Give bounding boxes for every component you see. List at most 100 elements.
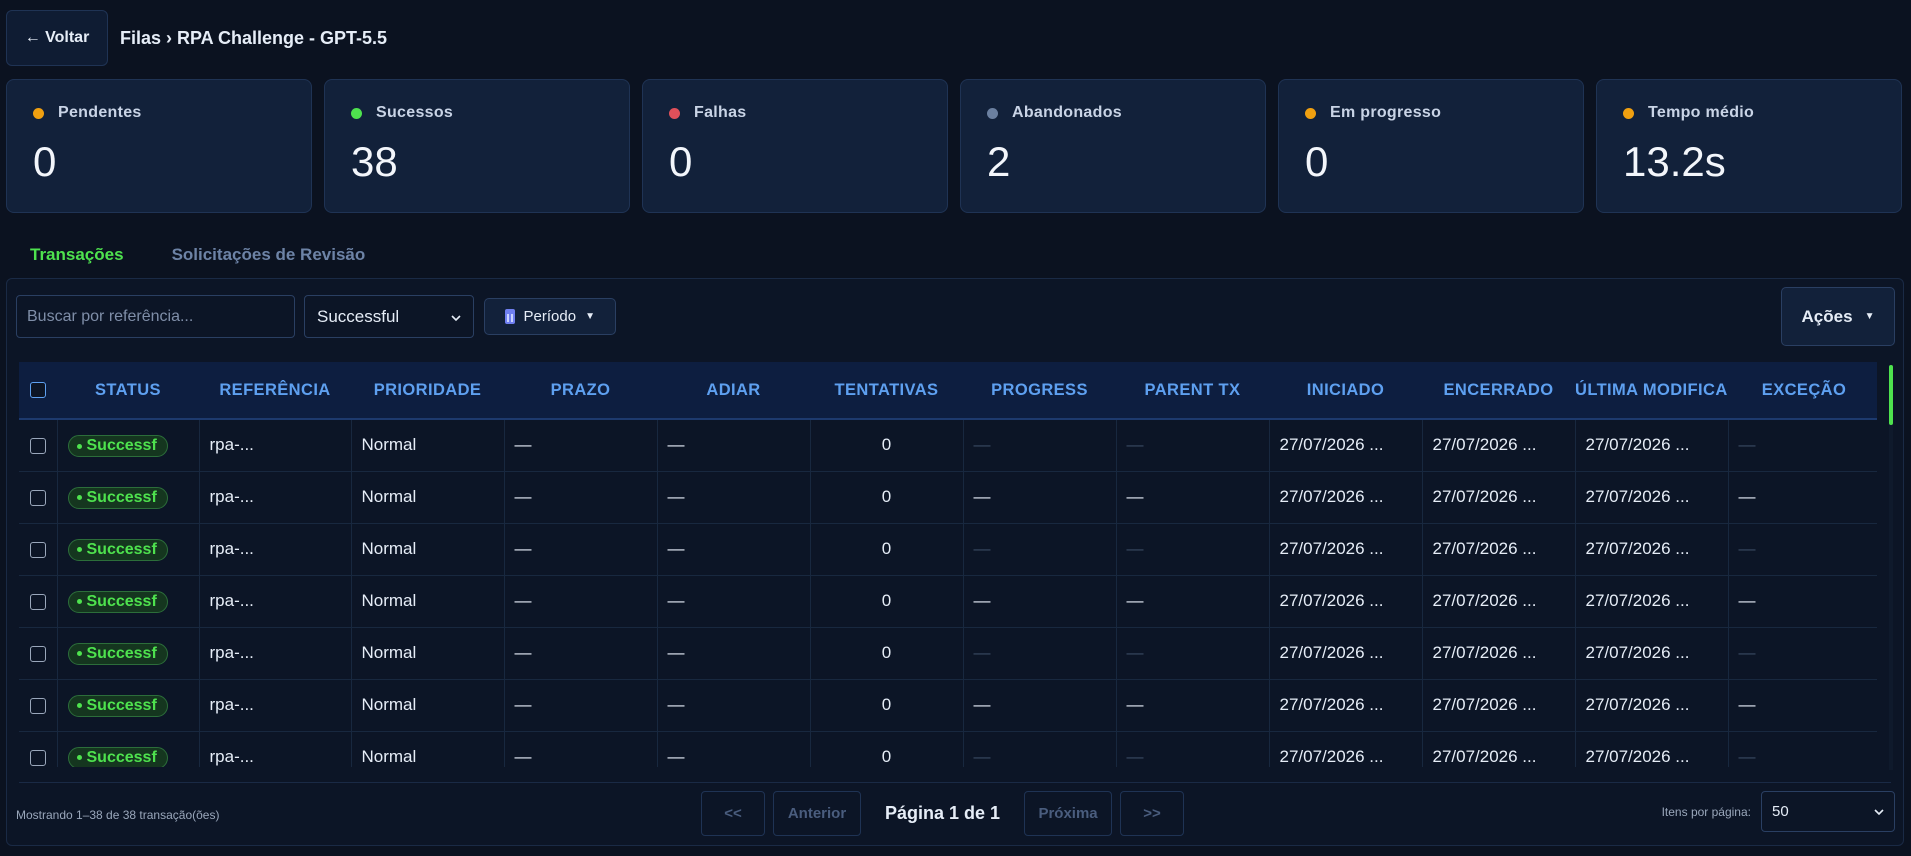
stat-card-em-progresso: Em progresso 0 bbox=[1278, 79, 1584, 213]
adiar-cell: — bbox=[657, 731, 811, 767]
encerrado-cell: 27/07/2026 ... bbox=[1422, 575, 1576, 627]
iniciado-cell: 27/07/2026 ... bbox=[1269, 575, 1423, 627]
col-header-prioridade[interactable]: PRIORIDADE bbox=[351, 362, 504, 420]
status-dot-icon bbox=[1623, 107, 1634, 119]
col-header-adiar[interactable]: ADIAR bbox=[657, 362, 810, 420]
adiar-cell: — bbox=[657, 627, 811, 679]
acoes-label: Ações bbox=[1801, 306, 1853, 326]
status-cell: Successf bbox=[57, 627, 200, 679]
parent-tx-cell: — bbox=[1116, 731, 1270, 767]
transactions-panel: Successful Período ▼ Ações ▼ STATUS REFE… bbox=[6, 278, 1904, 846]
tab-solicitacoes-revisao[interactable]: Solicitações de Revisão bbox=[148, 245, 390, 265]
parent-tx-cell: — bbox=[1116, 679, 1270, 731]
adiar-cell: — bbox=[657, 523, 811, 575]
status-dot-icon bbox=[1305, 107, 1316, 119]
encerrado-cell: 27/07/2026 ... bbox=[1422, 471, 1576, 523]
row-checkbox[interactable] bbox=[29, 437, 46, 454]
calendar-icon bbox=[505, 309, 515, 324]
row-checkbox[interactable] bbox=[29, 749, 46, 766]
col-header-parent-tx[interactable]: PARENT TX bbox=[1116, 362, 1269, 420]
items-per-page: Itens por página: 50 bbox=[1662, 791, 1895, 832]
progress-cell: — bbox=[963, 679, 1117, 731]
status-dot-icon bbox=[76, 599, 82, 605]
col-header-tentativas[interactable]: TENTATIVAS bbox=[810, 362, 963, 420]
prazo-cell: — bbox=[504, 731, 658, 767]
status-text: Successf bbox=[86, 540, 157, 558]
reference-cell: rpa-... bbox=[199, 627, 352, 679]
row-checkbox[interactable] bbox=[29, 593, 46, 610]
col-header-referencia[interactable]: REFERÊNCIA bbox=[199, 362, 351, 420]
reference-cell: rpa-... bbox=[199, 523, 352, 575]
modificacao-cell: 27/07/2026 ... bbox=[1575, 731, 1729, 767]
table-row[interactable]: Successf rpa-... Normal — —0— —27/07/2026 ...… bbox=[19, 471, 1877, 523]
table-scrollbar[interactable] bbox=[1889, 365, 1893, 770]
table-row[interactable]: Successf rpa-... Normal — —0— —27/07/2026 ...… bbox=[19, 679, 1877, 731]
first-page-button[interactable]: << bbox=[701, 791, 765, 836]
col-header-excecao[interactable]: EXCEÇÃO bbox=[1728, 362, 1877, 420]
status-dot-icon bbox=[33, 107, 44, 119]
table-row[interactable]: Successf rpa-... Normal — —0— —27/07/2026 ...… bbox=[19, 731, 1877, 767]
last-page-button[interactable]: >> bbox=[1120, 791, 1185, 836]
previous-page-button[interactable]: Anterior bbox=[773, 791, 861, 836]
select-all-checkbox[interactable] bbox=[30, 382, 46, 399]
parent-tx-cell: — bbox=[1116, 627, 1270, 679]
row-checkbox[interactable] bbox=[29, 541, 46, 558]
status-dot-icon bbox=[351, 107, 362, 119]
col-header-status[interactable]: STATUS bbox=[57, 362, 199, 420]
items-per-page-select[interactable]: 50 bbox=[1761, 791, 1895, 832]
stat-value: 38 bbox=[351, 138, 398, 185]
table-row[interactable]: Successf rpa-... Normal — —0— —27/07/2026 ...… bbox=[19, 575, 1877, 627]
prazo-cell: — bbox=[504, 575, 658, 627]
chevron-down-icon bbox=[451, 307, 461, 327]
adiar-cell: — bbox=[657, 575, 811, 627]
next-page-button[interactable]: Próxima bbox=[1024, 791, 1113, 836]
reference-cell: rpa-... bbox=[199, 471, 352, 523]
status-filter-select[interactable]: Successful bbox=[304, 295, 474, 338]
priority-cell: Normal bbox=[351, 419, 505, 471]
priority-cell: Normal bbox=[351, 679, 505, 731]
stat-card-falhas: Falhas 0 bbox=[642, 79, 948, 213]
tab-transacoes[interactable]: Transações bbox=[6, 245, 148, 265]
tentativas-cell: 0 bbox=[810, 627, 964, 679]
encerrado-cell: 27/07/2026 ... bbox=[1422, 731, 1576, 767]
col-header-prazo[interactable]: PRAZO bbox=[504, 362, 657, 420]
stat-label: Pendentes bbox=[58, 104, 142, 121]
table-row[interactable]: Successf rpa-... Normal — —0— —27/07/2026 ...… bbox=[19, 627, 1877, 679]
scrollbar-thumb[interactable] bbox=[1889, 365, 1893, 425]
status-dot-icon bbox=[76, 755, 82, 761]
col-header-ultima-modificacao[interactable]: ÚLTIMA MODIFICAÇÃO bbox=[1575, 362, 1728, 420]
divider bbox=[19, 782, 1891, 783]
parent-tx-cell: — bbox=[1116, 419, 1270, 471]
status-text: Successf bbox=[86, 488, 157, 506]
caret-down-icon: ▼ bbox=[585, 311, 595, 322]
status-cell: Successf bbox=[57, 523, 200, 575]
col-header-encerrado[interactable]: ENCERRADO bbox=[1422, 362, 1575, 420]
col-header-iniciado[interactable]: INICIADO bbox=[1269, 362, 1422, 420]
col-header-progress[interactable]: PROGRESS bbox=[963, 362, 1116, 420]
row-checkbox[interactable] bbox=[29, 489, 46, 506]
row-select-cell bbox=[19, 523, 58, 575]
priority-cell: Normal bbox=[351, 523, 505, 575]
status-dot-icon bbox=[76, 443, 82, 449]
acoes-button[interactable]: Ações ▼ bbox=[1781, 287, 1895, 346]
stat-label: Tempo médio bbox=[1648, 104, 1755, 121]
tabs: Transações Solicitações de Revisão bbox=[6, 232, 389, 278]
back-button[interactable]: ← Voltar bbox=[6, 10, 108, 66]
status-badge: Successf bbox=[67, 435, 168, 457]
prazo-cell: — bbox=[504, 419, 658, 471]
iniciado-cell: 27/07/2026 ... bbox=[1269, 627, 1423, 679]
status-cell: Successf bbox=[57, 731, 200, 767]
parent-tx-cell: — bbox=[1116, 575, 1270, 627]
row-checkbox[interactable] bbox=[29, 697, 46, 714]
progress-cell: — bbox=[963, 731, 1117, 767]
stat-value: 0 bbox=[1305, 138, 1329, 185]
progress-cell: — bbox=[963, 523, 1117, 575]
periodo-button[interactable]: Período ▼ bbox=[484, 298, 616, 335]
search-input[interactable] bbox=[16, 295, 295, 338]
encerrado-cell: 27/07/2026 ... bbox=[1422, 679, 1576, 731]
table-row[interactable]: Successf rpa-... Normal — —0— —27/07/2026 ...… bbox=[19, 419, 1877, 471]
priority-cell: Normal bbox=[351, 471, 505, 523]
row-select-cell bbox=[19, 679, 58, 731]
row-checkbox[interactable] bbox=[29, 645, 46, 662]
table-row[interactable]: Successf rpa-... Normal — —0— —27/07/2026 ...… bbox=[19, 523, 1877, 575]
